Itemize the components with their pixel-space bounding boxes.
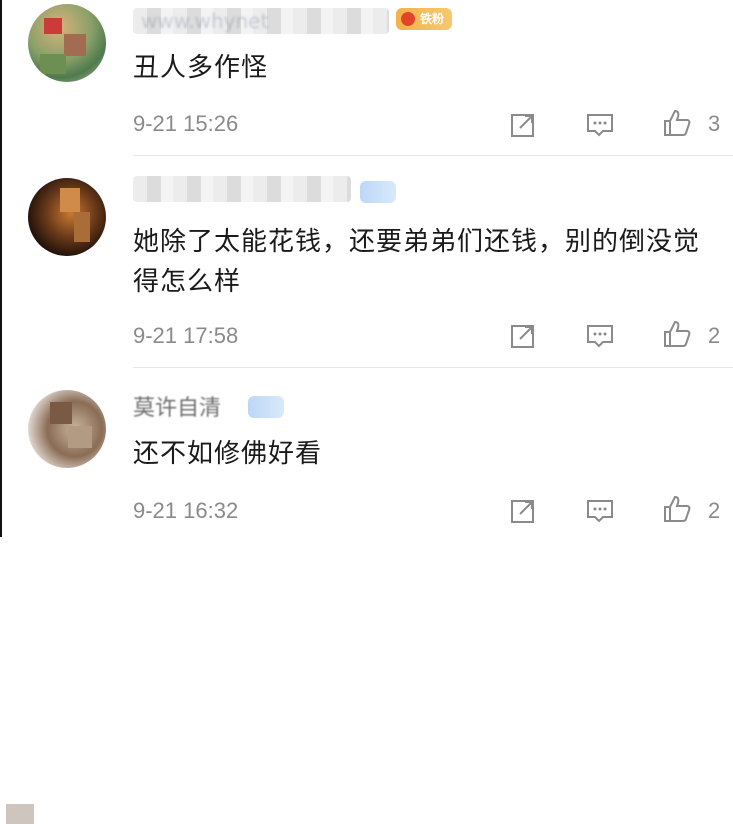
comment-time: 9-21 16:32 xyxy=(133,498,239,523)
like-count: 2 xyxy=(708,498,721,523)
thumbs-up-icon[interactable] xyxy=(662,494,692,524)
comment-text: 她除了太能花钱，还要弟弟们还钱，别的倒没觉得怎么样 xyxy=(133,227,701,297)
thumbs-up-icon[interactable] xyxy=(662,108,692,138)
comment-text: 还不如修佛好看 xyxy=(133,439,323,469)
fan-badge[interactable]: 铁粉 xyxy=(396,8,453,30)
avatar[interactable] xyxy=(28,390,106,468)
comment-icon[interactable] xyxy=(585,321,615,351)
vip-badge[interactable] xyxy=(360,181,396,203)
like-count: 2 xyxy=(708,323,721,348)
comment-time: 9-21 15:26 xyxy=(133,111,239,136)
username[interactable] xyxy=(133,176,351,202)
comment-item: www.whynet 铁粉 丑人多作怪 9-21 15:26 3 xyxy=(0,0,733,156)
vip-badge[interactable] xyxy=(248,396,284,418)
username[interactable]: 莫许自清 xyxy=(133,396,245,422)
comment-text: 丑人多作怪 xyxy=(133,53,269,83)
comment-item: 莫许自清 还不如修佛好看 9-21 16:32 2 xyxy=(0,368,733,824)
comment-icon[interactable] xyxy=(585,110,615,140)
thumbs-up-icon[interactable] xyxy=(662,319,692,349)
share-icon[interactable] xyxy=(508,110,538,140)
share-icon[interactable] xyxy=(508,496,538,526)
username[interactable]: www.whynet xyxy=(133,8,389,34)
avatar-pixelation xyxy=(6,804,34,824)
comment-item: 她除了太能花钱，还要弟弟们还钱，别的倒没觉得怎么样 9-21 17:58 2 xyxy=(0,156,733,422)
comment-time: 9-21 17:58 xyxy=(133,323,239,348)
avatar[interactable] xyxy=(28,4,106,82)
comment-icon[interactable] xyxy=(585,496,615,526)
avatar[interactable] xyxy=(28,178,106,256)
like-count: 3 xyxy=(708,111,721,136)
share-icon[interactable] xyxy=(508,321,538,351)
